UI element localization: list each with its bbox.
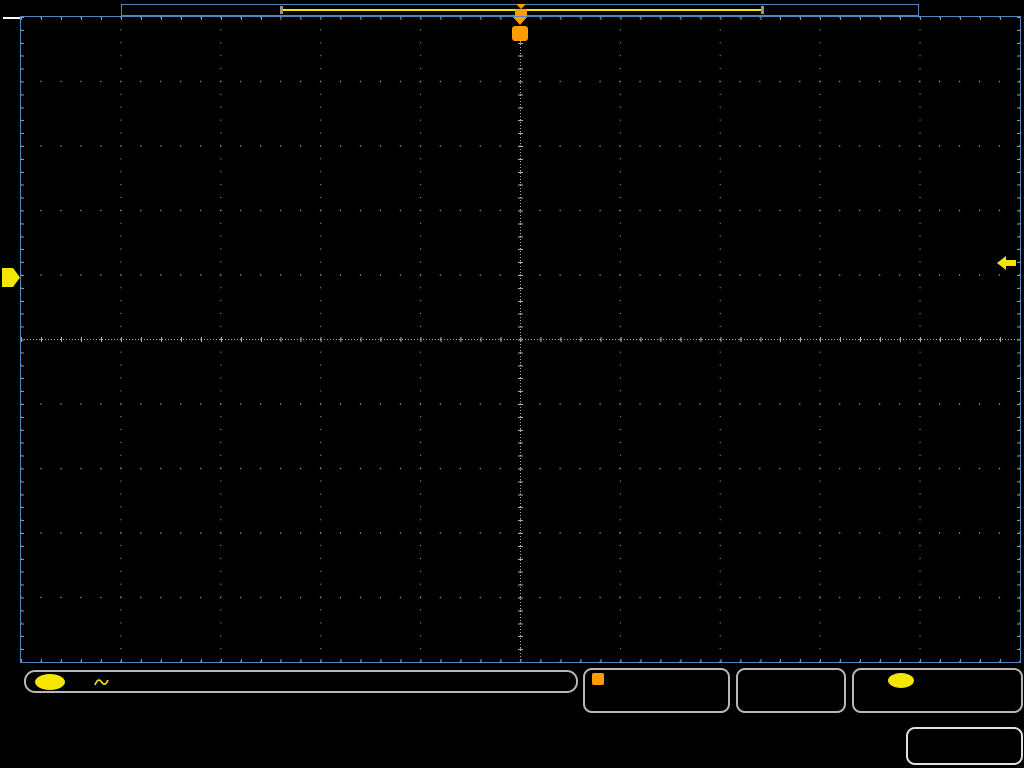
trigger-position-t-icon: [512, 26, 528, 41]
acquisition-readout-box[interactable]: [736, 668, 846, 713]
ch1-readout-badge[interactable]: [24, 670, 578, 693]
trigger-source-icon: [888, 673, 914, 688]
ch1-waveform: [21, 17, 1020, 662]
ch1-number-icon: [35, 673, 65, 690]
trigger-t-icon: [592, 673, 604, 685]
horizontal-readout-box[interactable]: [583, 668, 730, 713]
datetime-box: [906, 727, 1023, 765]
trigger-position-arrow-icon: [513, 17, 527, 25]
window-bracket-right: [761, 6, 764, 14]
trigger-readout-box[interactable]: [852, 668, 1023, 713]
coupling-sine-icon: [94, 678, 109, 685]
trigger-position-marker[interactable]: [511, 17, 529, 41]
ch1-ground-marker[interactable]: [2, 268, 20, 287]
record-view-bar[interactable]: [121, 4, 919, 17]
window-bracket-left: [280, 6, 283, 14]
trigger-delay-readout: [592, 673, 721, 685]
